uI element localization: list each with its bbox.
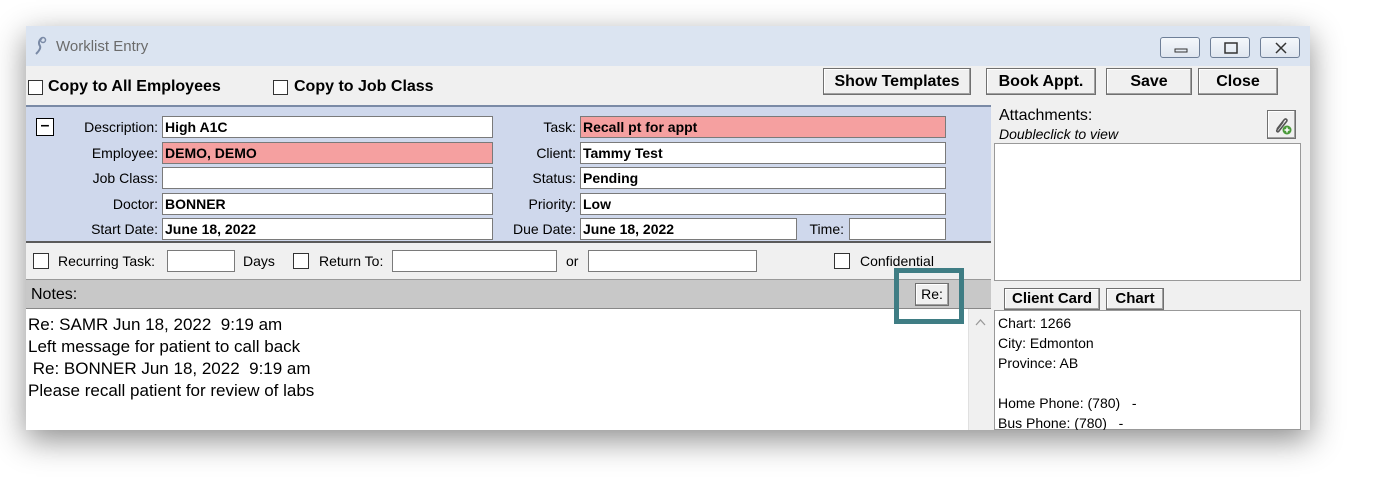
app-icon: [35, 36, 47, 55]
or-label: or: [566, 253, 579, 269]
copy-job-class-label[interactable]: Copy to Job Class: [294, 78, 434, 96]
notes-line: Re: SAMR Jun 18, 2022 9:19 am: [28, 315, 283, 334]
due-date-label: Due Date:: [512, 221, 576, 237]
close-icon: [1275, 42, 1287, 54]
maximize-button[interactable]: [1210, 37, 1250, 58]
scroll-up-icon[interactable]: [969, 313, 992, 333]
close-button[interactable]: Close: [1198, 68, 1278, 95]
job-class-field[interactable]: [162, 167, 493, 189]
right-panel: Attachments: Doubleclick to view Client …: [991, 105, 1310, 430]
copy-job-class-checkbox[interactable]: [273, 80, 288, 95]
client-info-line: Home Phone: (780) -: [998, 395, 1137, 411]
client-card-button[interactable]: Client Card: [1004, 288, 1100, 310]
add-attachment-button[interactable]: [1267, 110, 1296, 139]
client-field[interactable]: Tammy Test: [580, 142, 946, 164]
status-field[interactable]: Pending: [580, 167, 946, 189]
description-label: Description:: [84, 119, 158, 135]
client-info-box: Chart: 1266 City: Edmonton Province: AB …: [994, 310, 1301, 430]
employee-field[interactable]: DEMO, DEMO: [162, 142, 493, 164]
notes-label: Notes:: [31, 286, 78, 303]
notes-scrollbar[interactable]: [968, 309, 992, 430]
toolbar: Copy to All Employees Copy to Job Class …: [26, 66, 1310, 106]
notes-line: Re: BONNER Jun 18, 2022 9:19 am: [28, 359, 311, 378]
return-to-field[interactable]: [392, 250, 557, 272]
doctor-field[interactable]: BONNER: [162, 193, 493, 215]
show-templates-button[interactable]: Show Templates: [823, 68, 971, 95]
title-bar: Worklist Entry: [26, 26, 1310, 66]
notes-line: Please recall patient for review of labs: [28, 381, 315, 400]
client-info-line: Province: AB: [998, 355, 1079, 371]
employee-label: Employee:: [91, 145, 158, 161]
save-button[interactable]: Save: [1106, 68, 1192, 95]
worklist-entry-window: Worklist Entry Copy to All Employees Cop…: [26, 26, 1310, 430]
recurring-task-checkbox[interactable]: [33, 253, 49, 269]
client-info-line: City: Edmonton: [998, 335, 1094, 351]
doctor-label: Doctor:: [112, 196, 158, 212]
attachments-list[interactable]: [994, 143, 1301, 281]
description-field[interactable]: High A1C: [162, 116, 493, 138]
paperclip-add-icon: [1275, 118, 1292, 135]
start-date-label: Start Date:: [91, 221, 158, 237]
return-to-checkbox[interactable]: [293, 253, 309, 269]
client-info-line: Bus Phone: (780) -: [998, 415, 1124, 430]
confidential-checkbox[interactable]: [834, 253, 850, 269]
priority-label: Priority:: [528, 196, 576, 212]
return-to-label: Return To:: [319, 253, 384, 269]
days-label: Days: [243, 253, 275, 269]
client-info-line: Chart: 1266: [998, 315, 1072, 331]
task-field[interactable]: Recall pt for appt: [580, 116, 946, 138]
minimize-button[interactable]: [1160, 37, 1200, 58]
collapse-button[interactable]: –: [36, 118, 54, 136]
re-button-highlight: [894, 268, 964, 324]
return-to-alt-field[interactable]: [588, 250, 757, 272]
attachments-title: Attachments:: [999, 107, 1093, 124]
close-window-button[interactable]: [1260, 37, 1300, 58]
notes-header: Notes: Re:: [26, 279, 991, 309]
notes-line: Left message for patient to call back: [28, 337, 301, 356]
time-field[interactable]: [849, 218, 946, 240]
maximize-icon: [1224, 42, 1238, 54]
task-label: Task:: [543, 119, 576, 135]
minimize-icon: [1174, 48, 1188, 53]
recurring-days-field[interactable]: [167, 250, 235, 272]
recurring-task-label: Recurring Task:: [58, 253, 156, 269]
chart-button[interactable]: Chart: [1106, 288, 1164, 310]
task-form-panel: – Description: High A1C Employee: DEMO, …: [26, 105, 991, 243]
attachments-hint: Doubleclick to view: [999, 126, 1119, 142]
copy-all-employees-label[interactable]: Copy to All Employees: [48, 78, 221, 96]
time-label: Time:: [809, 221, 844, 237]
recurring-row: Recurring Task: Days Return To: or Confi…: [26, 243, 991, 279]
client-label: Client:: [536, 145, 576, 161]
due-date-field[interactable]: June 18, 2022: [580, 218, 797, 240]
notes-textarea[interactable]: Re: SAMR Jun 18, 2022 9:19 am Left messa…: [26, 309, 968, 430]
copy-all-employees-checkbox[interactable]: [28, 80, 43, 95]
book-appt-button[interactable]: Book Appt.: [986, 68, 1096, 95]
window-title: Worklist Entry: [56, 38, 149, 55]
priority-field[interactable]: Low: [580, 193, 946, 215]
status-label: Status:: [532, 170, 576, 186]
job-class-label: Job Class:: [92, 170, 158, 186]
start-date-field[interactable]: June 18, 2022: [162, 218, 493, 240]
confidential-label: Confidential: [860, 253, 934, 269]
